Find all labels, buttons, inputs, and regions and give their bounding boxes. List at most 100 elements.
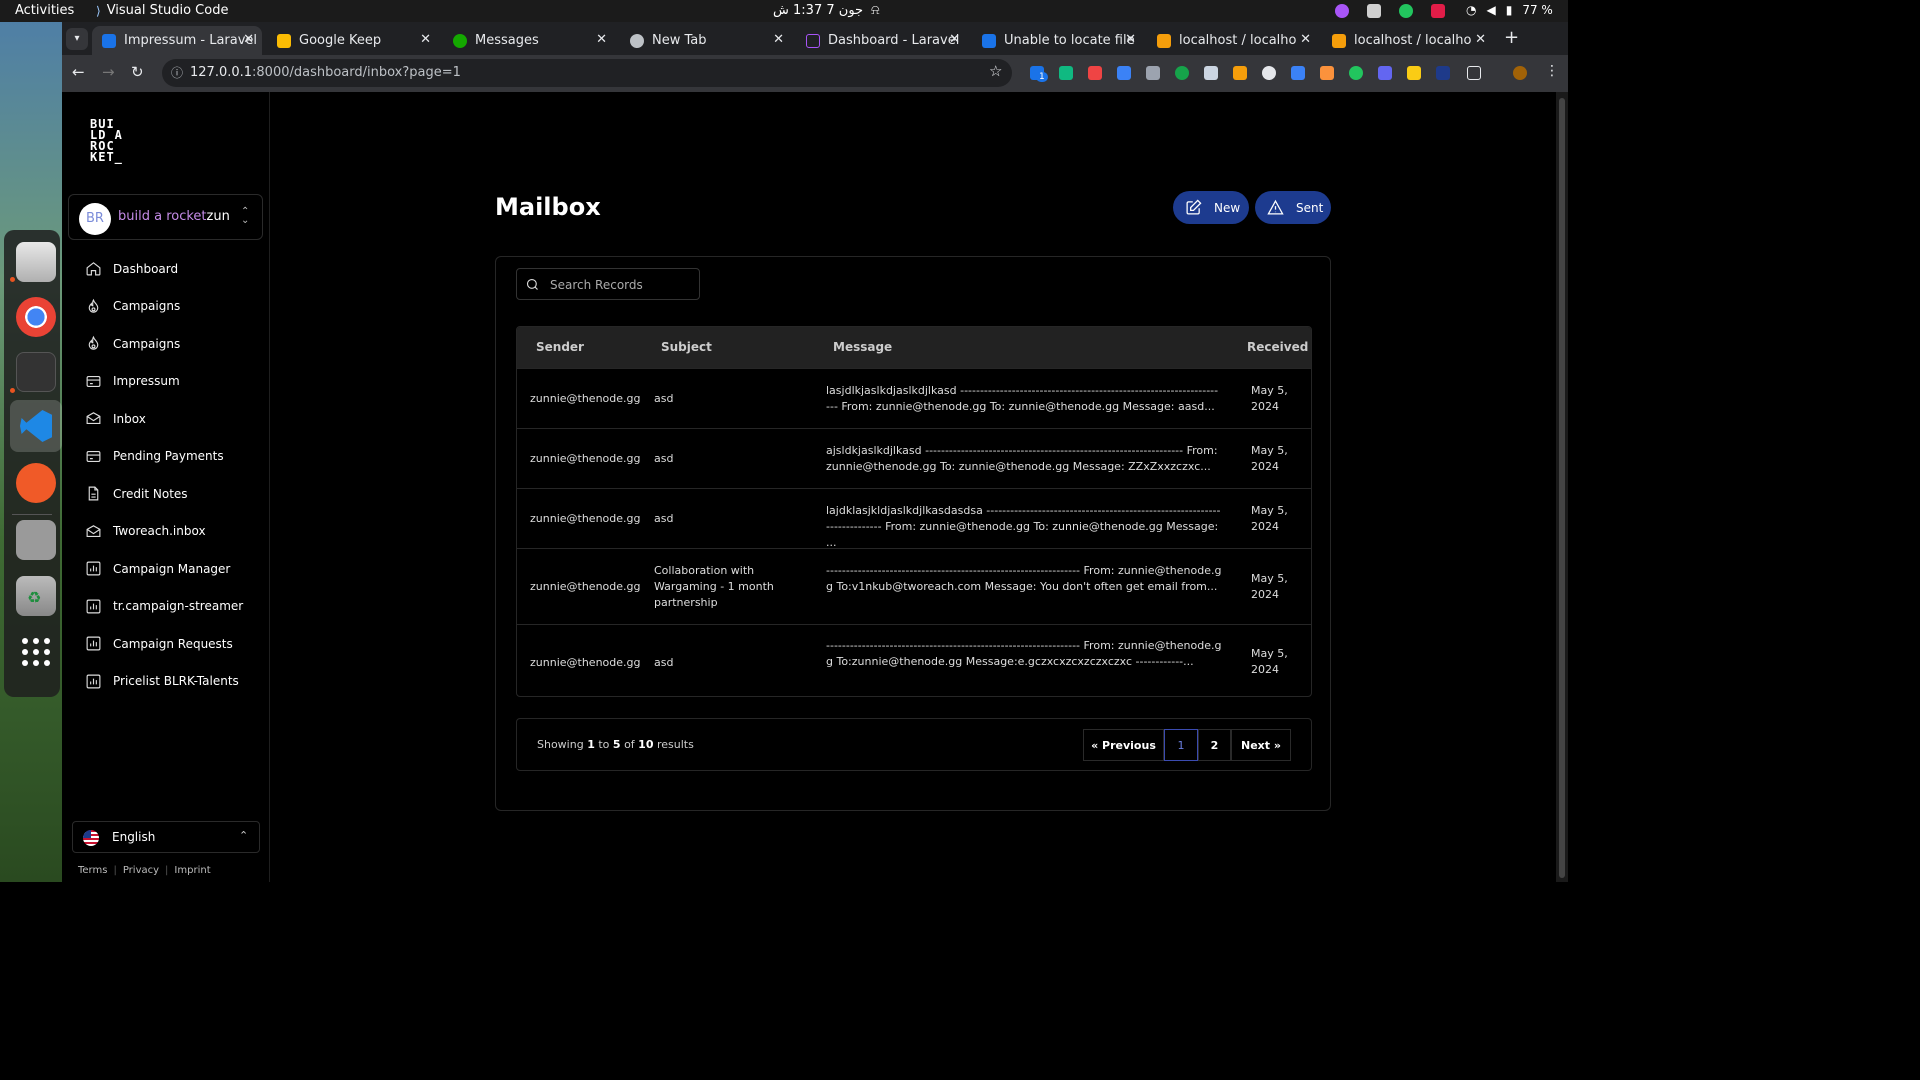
team-switcher[interactable]: BR build a rocketzunnie ⌃⌄: [68, 194, 263, 240]
back-arrow-icon[interactable]: ←: [72, 63, 85, 81]
tab-close-icon[interactable]: ✕: [243, 32, 254, 47]
tab-new-tab[interactable]: New Tab ✕: [620, 26, 792, 55]
tray-red-icon[interactable]: [1431, 4, 1445, 18]
sidebar-item-dashboard[interactable]: Dashboard: [84, 250, 243, 288]
tab-dashboard[interactable]: Dashboard - Laravel ✕: [796, 26, 968, 55]
vscode-dock-icon[interactable]: [10, 400, 62, 452]
tab-title: Messages: [475, 33, 539, 48]
forward-arrow-icon[interactable]: →: [102, 63, 115, 81]
new-message-button[interactable]: New: [1173, 191, 1249, 224]
tab-favicon-icon: [102, 33, 116, 48]
address-bar[interactable]: ⓘ 127.0.0.1:8000/dashboard/inbox?page=1: [162, 59, 1012, 87]
grammarly-extension-icon[interactable]: [1175, 66, 1189, 80]
table-row[interactable]: zunnie@thenode.gg asd lajdklasjkldjaslkd…: [517, 488, 1311, 549]
extension-icon[interactable]: [1436, 66, 1450, 80]
tab-localhost-1[interactable]: localhost / localhost ✕: [1147, 26, 1319, 55]
page-1-button[interactable]: 1: [1164, 729, 1198, 761]
imprint-link[interactable]: Imprint: [174, 865, 210, 876]
show-apps-icon[interactable]: [16, 632, 56, 672]
privacy-link[interactable]: Privacy: [123, 865, 159, 876]
tab-messages[interactable]: Messages ✕: [443, 26, 615, 55]
extension-icon[interactable]: [1320, 66, 1334, 80]
sidebar-item-campaigns[interactable]: Campaigns: [84, 288, 243, 326]
tab-impressum[interactable]: Impressum - Laravel ✕: [92, 26, 262, 55]
terms-link[interactable]: Terms: [78, 865, 107, 876]
tab-close-icon[interactable]: ✕: [1125, 32, 1136, 47]
extension-icon[interactable]: [1349, 66, 1363, 80]
tab-close-icon[interactable]: ✕: [1300, 32, 1311, 47]
translate-extension-icon[interactable]: [1117, 66, 1131, 80]
postman-icon[interactable]: [16, 463, 56, 503]
column-subject[interactable]: Subject: [661, 340, 712, 354]
files-icon[interactable]: [16, 242, 56, 282]
previous-page-button[interactable]: « Previous: [1083, 729, 1164, 761]
tab-close-icon[interactable]: ✕: [596, 32, 607, 47]
sidebar-item-campaign-streamer[interactable]: tr.campaign-streamer: [84, 588, 243, 626]
sidebar-item-campaign-manager[interactable]: Campaign Manager: [84, 550, 243, 588]
reload-icon[interactable]: ↻: [131, 63, 144, 81]
active-app-menu[interactable]: ⟩ Visual Studio Code: [96, 3, 228, 18]
column-message[interactable]: Message: [833, 340, 892, 354]
extension-icon[interactable]: [1407, 66, 1421, 80]
page-scrollbar[interactable]: [1556, 92, 1568, 882]
tab-title: Unable to locate file: [1004, 33, 1134, 48]
tray-check-icon[interactable]: [1399, 4, 1413, 18]
next-page-button[interactable]: Next »: [1231, 729, 1291, 761]
sidebar-item-pending-payments[interactable]: Pending Payments: [84, 438, 243, 476]
brand-logo[interactable]: BUI LD A ROC KET_: [90, 118, 123, 163]
tray-app-icon[interactable]: [1335, 4, 1349, 18]
drive-icon[interactable]: [16, 520, 56, 560]
tab-unable-to-locate[interactable]: Unable to locate file ✕: [972, 26, 1144, 55]
extension-icon[interactable]: [1088, 66, 1102, 80]
tab-close-icon[interactable]: ✕: [420, 32, 431, 47]
extension-icon[interactable]: [1059, 66, 1073, 80]
camera-extension-icon[interactable]: [1146, 66, 1160, 80]
table-row[interactable]: zunnie@thenode.gg asd ajsldkjaslkdjlkasd…: [517, 428, 1311, 488]
tab-google-keep[interactable]: Google Keep ✕: [267, 26, 439, 55]
sidebar-item-label: Campaign Manager: [113, 561, 231, 576]
sidebar-item-inbox[interactable]: Inbox: [84, 400, 243, 438]
sidebar-item-pricelist[interactable]: Pricelist BLRK-Talents: [84, 663, 243, 701]
tab-close-icon[interactable]: ✕: [1475, 32, 1486, 47]
tab-search-dropdown-icon[interactable]: ▾: [66, 28, 88, 50]
system-status-menu[interactable]: ◔ ◀ ▮ 77 %: [1466, 3, 1553, 17]
sent-button[interactable]: Sent: [1255, 191, 1331, 224]
sidebar-item-impressum[interactable]: Impressum: [84, 363, 243, 401]
tab-localhost-2[interactable]: localhost / localhost ✕: [1322, 26, 1494, 55]
new-tab-plus-icon[interactable]: +: [1504, 27, 1519, 48]
profile-avatar-icon[interactable]: [1513, 66, 1527, 80]
scrollbar-thumb[interactable]: [1559, 98, 1565, 878]
table-row[interactable]: zunnie@thenode.gg asd ------------------…: [517, 624, 1311, 696]
clock[interactable]: جون 7 1:37 ش: [773, 3, 863, 18]
extension-icon[interactable]: [1262, 66, 1276, 80]
row-received: May 5, 2024: [1251, 504, 1288, 533]
sidebar-item-credit-notes[interactable]: Credit Notes: [84, 475, 243, 513]
tab-close-icon[interactable]: ✕: [773, 32, 784, 47]
table-row[interactable]: zunnie@thenode.gg asd lasjdlkjaslkdjaslk…: [517, 368, 1311, 428]
download-extension-icon[interactable]: [1291, 66, 1305, 80]
page-2-button[interactable]: 2: [1198, 729, 1231, 761]
volume-icon: ◀: [1486, 3, 1496, 17]
table-row[interactable]: zunnie@thenode.gg Collaboration with War…: [517, 548, 1311, 624]
site-info-icon[interactable]: ⓘ: [171, 59, 183, 87]
activities-button[interactable]: Activities: [15, 3, 74, 18]
sidebar-item-tworeach-inbox[interactable]: Tworeach.inbox: [84, 513, 243, 551]
extensions-puzzle-icon[interactable]: [1467, 66, 1481, 80]
column-sender[interactable]: Sender: [536, 340, 584, 354]
sidebar-item-campaigns-2[interactable]: Campaigns: [84, 325, 243, 363]
tab-close-icon[interactable]: ✕: [949, 32, 960, 47]
bookmark-star-icon[interactable]: ☆: [989, 62, 1002, 80]
language-selector[interactable]: English ⌃: [72, 821, 260, 853]
trash-icon[interactable]: ♻: [16, 576, 56, 616]
browser-menu-icon[interactable]: ⋮: [1545, 63, 1559, 79]
eyedropper-extension-icon[interactable]: [1204, 66, 1218, 80]
extension-icon[interactable]: [1378, 66, 1392, 80]
column-received[interactable]: Received: [1247, 340, 1308, 354]
sidebar-item-campaign-requests[interactable]: Campaign Requests: [84, 625, 243, 663]
system-top-bar: Activities ⟩ Visual Studio Code جون 7 1:…: [0, 0, 1568, 22]
terminal-icon[interactable]: [16, 352, 56, 392]
extension-icon[interactable]: [1233, 66, 1247, 80]
tray-shield-icon[interactable]: [1367, 4, 1381, 18]
search-input[interactable]: Search Records: [516, 268, 700, 300]
chrome-icon[interactable]: [16, 297, 56, 337]
